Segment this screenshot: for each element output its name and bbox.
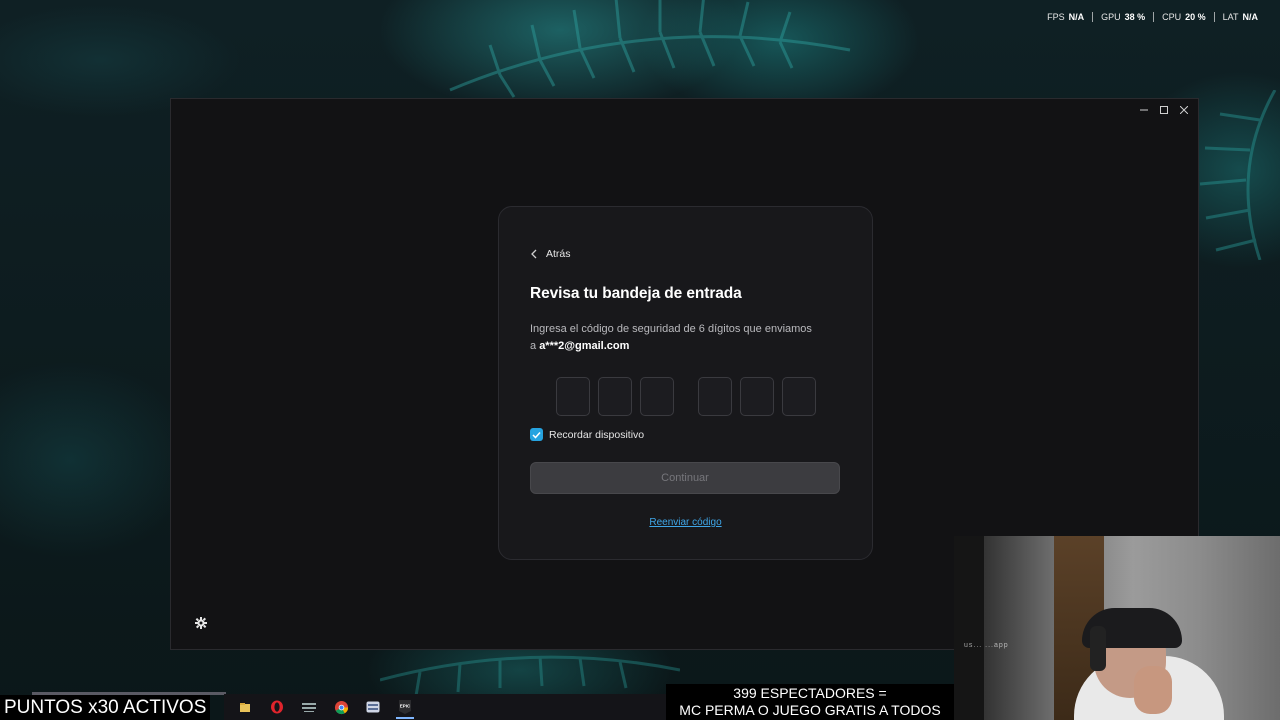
viewers-line-1: 399 ESPECTADORES = bbox=[733, 685, 887, 701]
fern-decoration bbox=[1199, 90, 1277, 260]
continue-button[interactable]: Continuar bbox=[530, 462, 840, 494]
close-button[interactable] bbox=[1176, 103, 1192, 117]
webcam-background-door bbox=[954, 536, 984, 720]
opera-browser-icon[interactable] bbox=[264, 695, 290, 719]
back-button[interactable]: Atrás bbox=[530, 247, 841, 261]
instruction-line: Ingresa el código de seguridad de 6 dígi… bbox=[530, 323, 812, 335]
taskbar: EPIC bbox=[224, 694, 666, 720]
code-digit-input-1[interactable] bbox=[555, 377, 590, 416]
fps-label: FPS bbox=[1047, 12, 1065, 22]
file-explorer-icon[interactable] bbox=[232, 695, 258, 719]
lat-value: N/A bbox=[1242, 12, 1259, 22]
minimize-icon bbox=[1140, 109, 1148, 111]
code-input-group bbox=[530, 377, 841, 416]
back-label: Atrás bbox=[546, 248, 571, 260]
chrome-icon[interactable] bbox=[328, 695, 354, 719]
code-separator bbox=[682, 377, 690, 416]
app-window-icon[interactable] bbox=[360, 695, 386, 719]
masked-email: a***2@gmail.com bbox=[539, 340, 630, 352]
epic-logo-text: EPIC bbox=[400, 704, 411, 709]
latency-readout: LAT N/A bbox=[1213, 12, 1266, 22]
lunar-client-icon[interactable] bbox=[296, 695, 322, 719]
gpu-value: 38 % bbox=[1124, 12, 1146, 22]
window-controls bbox=[1136, 103, 1192, 117]
remember-device-option: Recordar dispositivo bbox=[530, 428, 841, 441]
viewers-line-2: MC PERMA O JUEGO GRATIS A TODOS bbox=[679, 702, 941, 718]
code-digit-input-2[interactable] bbox=[597, 377, 632, 416]
code-digit-input-5[interactable] bbox=[739, 377, 774, 416]
gpu-readout: GPU 38 % bbox=[1092, 12, 1153, 22]
webcam-watermark: us... ...app bbox=[964, 642, 1009, 649]
remember-device-checkbox[interactable] bbox=[530, 428, 543, 441]
streamer-headset bbox=[1090, 626, 1106, 671]
cpu-readout: CPU 20 % bbox=[1153, 12, 1214, 22]
fps-value: N/A bbox=[1068, 12, 1085, 22]
minimize-button[interactable] bbox=[1136, 103, 1152, 117]
maximize-icon bbox=[1160, 106, 1168, 114]
code-digit-input-6[interactable] bbox=[781, 377, 816, 416]
verification-card: Atrás Revisa tu bandeja de entrada Ingre… bbox=[498, 206, 873, 560]
gpu-label: GPU bbox=[1101, 12, 1121, 22]
code-digit-input-4[interactable] bbox=[697, 377, 732, 416]
checkmark-icon bbox=[532, 431, 541, 439]
cpu-label: CPU bbox=[1162, 12, 1182, 22]
instruction-prefix: a bbox=[530, 340, 537, 352]
performance-overlay: FPS N/A GPU 38 % CPU 20 % LAT N/A bbox=[1039, 12, 1266, 22]
code-digit-input-3[interactable] bbox=[639, 377, 674, 416]
lat-label: LAT bbox=[1222, 12, 1239, 22]
webcam-feed: us... ...app bbox=[954, 536, 1280, 720]
remember-device-label: Recordar dispositivo bbox=[549, 428, 645, 441]
page-title: Revisa tu bandeja de entrada bbox=[530, 285, 742, 302]
points-banner: PUNTOS x30 ACTIVOS bbox=[0, 695, 211, 720]
streamer-hand bbox=[1134, 666, 1172, 714]
viewers-banner: 399 ESPECTADORES = MC PERMA O JUEGO GRAT… bbox=[666, 684, 954, 720]
epic-games-icon[interactable]: EPIC bbox=[392, 695, 418, 719]
settings-gear-icon[interactable] bbox=[195, 617, 207, 629]
maximize-button[interactable] bbox=[1156, 103, 1172, 117]
fps-readout: FPS N/A bbox=[1039, 12, 1092, 22]
instruction-text: Ingresa el código de seguridad de 6 dígi… bbox=[530, 321, 841, 355]
close-icon bbox=[1180, 106, 1188, 114]
fern-decoration bbox=[449, 0, 851, 98]
resend-code-link[interactable]: Reenviar código bbox=[649, 517, 721, 528]
cpu-value: 20 % bbox=[1185, 12, 1206, 22]
chevron-left-icon bbox=[531, 249, 537, 259]
resend-code-row: Reenviar código bbox=[530, 517, 841, 528]
